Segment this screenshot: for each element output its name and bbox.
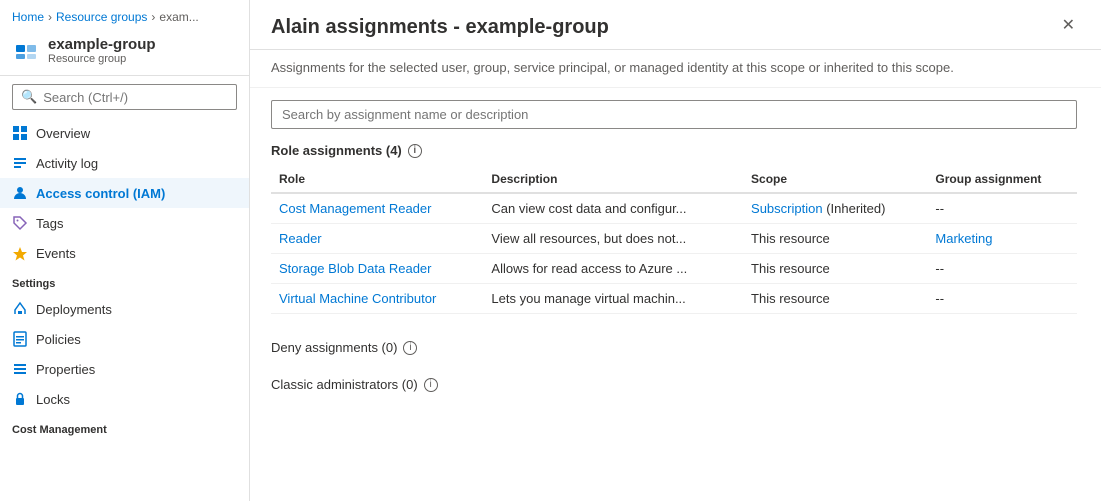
classic-admins-info-icon[interactable]: i [424,378,438,392]
locks-icon [12,391,28,407]
role-link[interactable]: Virtual Machine Contributor [279,291,436,306]
role-assignments-info-icon[interactable]: i [408,144,422,158]
sidebar-item-locks[interactable]: Locks [0,384,249,414]
col-scope: Scope [743,166,927,193]
cell-group-assignment: -- [927,284,1077,314]
cell-description: Allows for read access to Azure ... [483,254,743,284]
sidebar-search-box[interactable]: 🔍 [12,84,237,110]
breadcrumb-resource-groups[interactable]: Resource groups [56,10,147,24]
resource-subtitle: Resource group [48,53,156,65]
group-link[interactable]: Marketing [935,231,992,246]
access-control-icon [12,185,28,201]
cell-role: Virtual Machine Contributor [271,284,483,314]
resource-title: example-group [48,36,156,53]
sidebar-item-overview-label: Overview [36,126,90,141]
sidebar-item-overview[interactable]: Overview [0,118,249,148]
deny-assignments-label: Deny assignments (0) i [271,340,1077,355]
role-assignments-table: Role Description Scope Group assignment … [271,166,1077,314]
col-role: Role [271,166,483,193]
cost-management-section-label: Cost Management [0,414,249,440]
cell-scope: Subscription (Inherited) [743,193,927,224]
table-row: Virtual Machine Contributor Lets you mana… [271,284,1077,314]
table-row: Cost Management Reader Can view cost data… [271,193,1077,224]
cell-scope: This resource [743,284,927,314]
sidebar-item-policies[interactable]: Policies [0,324,249,354]
cell-role: Cost Management Reader [271,193,483,224]
sidebar-item-access-control-label: Access control (IAM) [36,186,165,201]
sidebar-item-properties-label: Properties [36,362,95,377]
cell-description: Lets you manage virtual machin... [483,284,743,314]
events-icon [12,245,28,261]
table-row: Reader View all resources, but does not..… [271,224,1077,254]
sidebar-item-tags[interactable]: Tags [0,208,249,238]
deployments-icon [12,301,28,317]
sidebar-item-policies-label: Policies [36,332,81,347]
role-link[interactable]: Reader [279,231,322,246]
cell-description: View all resources, but does not... [483,224,743,254]
panel-header: Alain assignments - example-group ✕ [250,0,1101,50]
table-row: Storage Blob Data Reader Allows for read … [271,254,1077,284]
cell-description: Can view cost data and configur... [483,193,743,224]
resource-info: example-group Resource group [48,36,156,65]
cell-scope: This resource [743,254,927,284]
search-icon: 🔍 [21,89,37,105]
sidebar-item-deployments-label: Deployments [36,302,112,317]
resource-header: example-group Resource group [0,30,249,76]
breadcrumb-home[interactable]: Home [12,10,44,24]
assignments-panel: Alain assignments - example-group ✕ Assi… [250,0,1101,501]
policies-icon [12,331,28,347]
tags-icon [12,215,28,231]
classic-admins-section: Classic administrators (0) i [271,367,1077,392]
main-area: Alain assignments - example-group ✕ Assi… [250,0,1101,501]
role-assignments-label: Role assignments (4) [271,143,402,158]
table-header-row: Role Description Scope Group assignment [271,166,1077,193]
sidebar-item-locks-label: Locks [36,392,70,407]
activity-log-icon [12,155,28,171]
classic-admins-label: Classic administrators (0) i [271,377,1077,392]
sidebar-item-activity-log[interactable]: Activity log [0,148,249,178]
cell-role: Reader [271,224,483,254]
role-link[interactable]: Cost Management Reader [279,201,431,216]
sidebar-nav: Overview Activity log Access control (IA… [0,118,249,440]
sidebar: Home › Resource groups › exam... example… [0,0,250,501]
assignment-search-input[interactable] [271,100,1077,129]
sidebar-item-properties[interactable]: Properties [0,354,249,384]
close-button[interactable]: ✕ [1060,16,1077,36]
sidebar-item-tags-label: Tags [36,216,63,231]
panel-body: Role assignments (4) i Role Description … [250,88,1101,501]
sidebar-item-deployments[interactable]: Deployments [0,294,249,324]
cell-scope: This resource [743,224,927,254]
breadcrumb-current: exam... [159,10,198,24]
cell-role: Storage Blob Data Reader [271,254,483,284]
scope-link[interactable]: Subscription [751,201,823,216]
settings-section-label: Settings [0,268,249,294]
col-group-assignment: Group assignment [927,166,1077,193]
sidebar-item-events-label: Events [36,246,76,261]
panel-title: Alain assignments - example-group [271,16,609,39]
role-assignments-section: Role assignments (4) i [271,143,1077,158]
deny-assignments-info-icon[interactable]: i [403,341,417,355]
properties-icon [12,361,28,377]
cell-group-assignment: Marketing [927,224,1077,254]
col-description: Description [483,166,743,193]
breadcrumb: Home › Resource groups › exam... [0,0,249,30]
sidebar-item-activity-log-label: Activity log [36,156,98,171]
panel-subtitle: Assignments for the selected user, group… [250,50,1101,88]
overview-icon [12,125,28,141]
cell-group-assignment: -- [927,193,1077,224]
sidebar-search-input[interactable] [43,90,228,105]
role-link[interactable]: Storage Blob Data Reader [279,261,431,276]
cell-group-assignment: -- [927,254,1077,284]
deny-assignments-section: Deny assignments (0) i [271,330,1077,355]
sidebar-item-access-control[interactable]: Access control (IAM) [0,178,249,208]
sidebar-item-events[interactable]: Events [0,238,249,268]
resource-group-icon [12,37,40,65]
